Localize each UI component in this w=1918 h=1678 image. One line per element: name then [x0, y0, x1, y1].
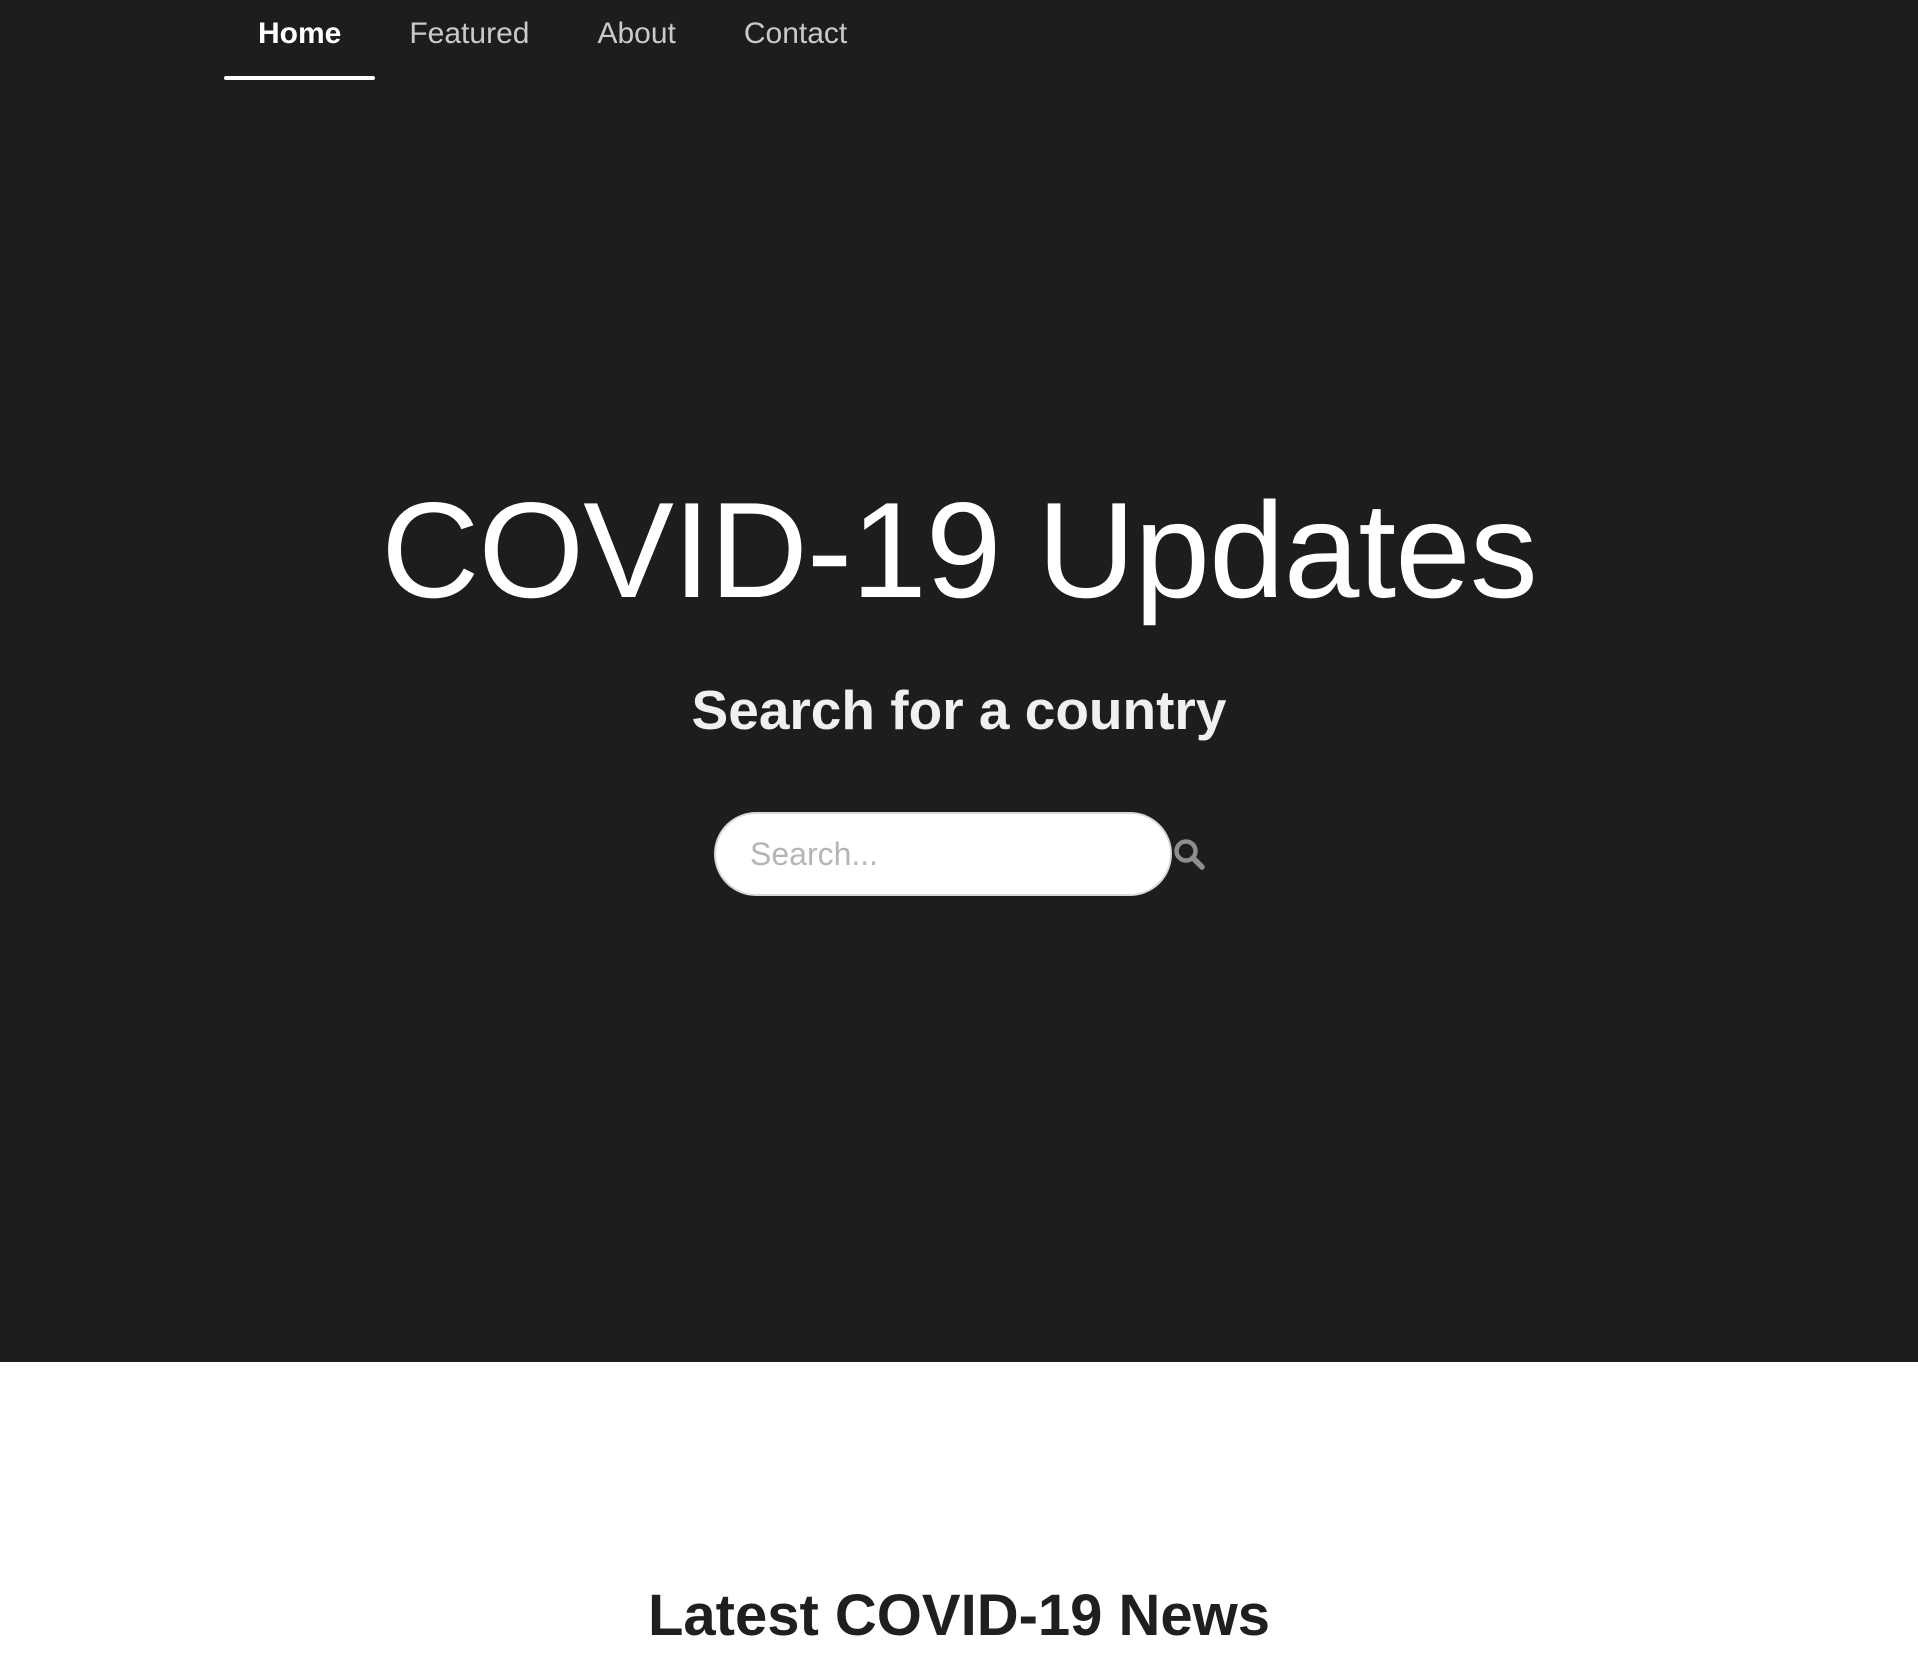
nav-item-label: Home: [258, 17, 342, 50]
search-icon[interactable]: [1172, 834, 1206, 874]
nav-item-featured[interactable]: Featured: [375, 0, 563, 80]
nav-item-label: About: [597, 17, 676, 50]
news-section-heading: Latest COVID-19 News: [647, 1583, 1271, 1648]
main-nav: Home Featured About Contact: [224, 0, 881, 80]
nav-item-about[interactable]: About: [563, 0, 709, 80]
nav-item-home[interactable]: Home: [224, 0, 376, 80]
hero-subtitle: Search for a country: [691, 679, 1227, 741]
search-box: [714, 812, 1205, 896]
page-title: COVID-19 Updates: [381, 474, 1538, 626]
search-input[interactable]: [748, 824, 1172, 884]
nav-item-label: Featured: [409, 17, 530, 50]
nav-item-label: Contact: [743, 17, 848, 50]
hero-section: Home Featured About Contact COVID-19 Upd…: [0, 0, 1918, 1362]
nav-item-contact[interactable]: Contact: [710, 0, 881, 80]
